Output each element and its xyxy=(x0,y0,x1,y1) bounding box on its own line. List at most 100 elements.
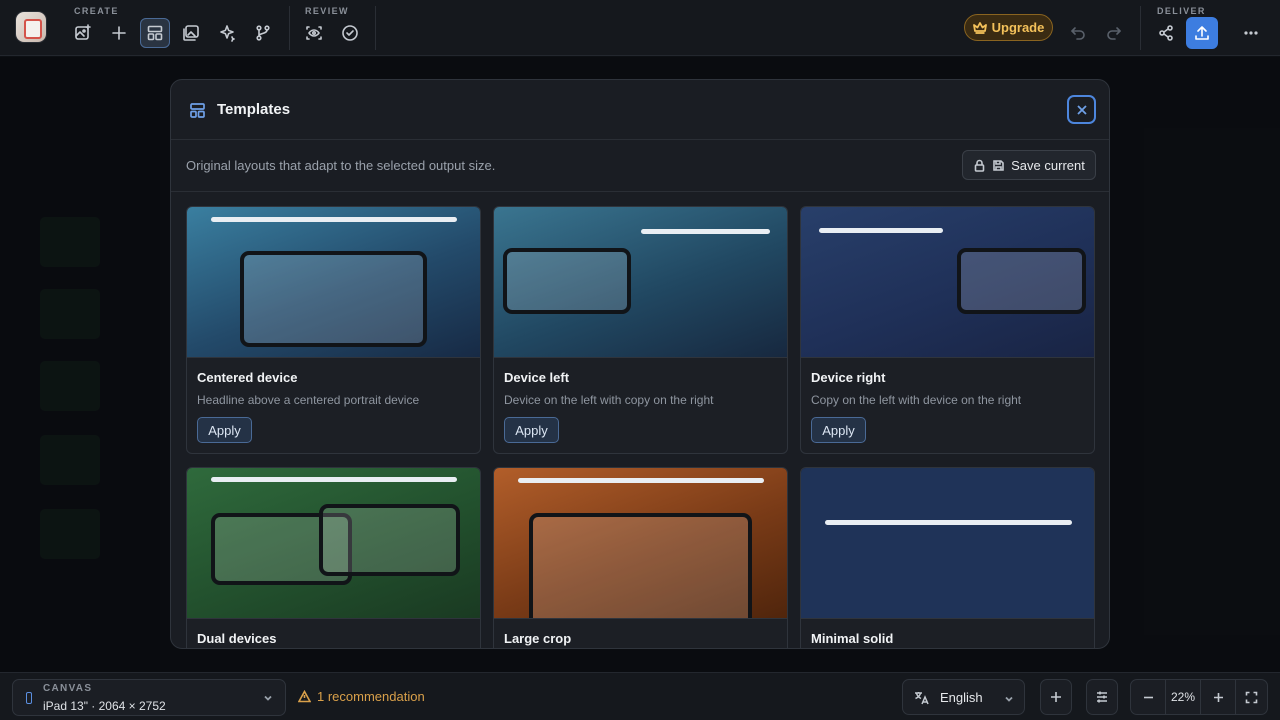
crown-icon xyxy=(972,21,987,34)
save-current-label: Save current xyxy=(1011,157,1085,173)
deliver-group-label: DELIVER xyxy=(1157,6,1206,16)
eye-scan-icon xyxy=(306,26,322,40)
bottom-bar: CANVAS iPad 13" · 2064 × 2752 1 recommen… xyxy=(0,672,1280,720)
sliders-icon xyxy=(1097,691,1107,703)
preview-headline xyxy=(518,478,764,483)
close-icon xyxy=(1076,104,1087,115)
canvas-value: iPad 13" · 2064 × 2752 xyxy=(43,699,166,713)
ai-generate-button[interactable] xyxy=(212,18,242,48)
warning-icon xyxy=(298,690,311,703)
apply-button[interactable]: Apply xyxy=(197,417,252,443)
template-name: Centered device xyxy=(197,370,298,385)
undo-icon xyxy=(1071,27,1085,40)
modal-subheader: Original layouts that adapt to the selec… xyxy=(171,140,1109,192)
preview-headline xyxy=(211,477,457,482)
create-group-label: CREATE xyxy=(74,6,119,16)
share-button[interactable] xyxy=(1151,18,1181,48)
template-preview xyxy=(801,207,1094,358)
template-card-device-left[interactable]: Device left Device on the left with copy… xyxy=(493,206,788,454)
upgrade-button[interactable]: Upgrade xyxy=(964,14,1053,41)
tablet-icon xyxy=(26,692,32,704)
apply-button[interactable]: Apply xyxy=(504,417,559,443)
save-current-button[interactable]: Save current xyxy=(962,150,1096,180)
plus-icon xyxy=(1051,692,1061,702)
recommendation-link[interactable]: 1 recommendation xyxy=(298,689,425,704)
template-card-dual-devices[interactable]: Dual devices xyxy=(186,467,481,648)
template-description: Copy on the left with device on the righ… xyxy=(811,393,1022,407)
toolbar-divider xyxy=(289,6,290,50)
redo-icon xyxy=(1107,27,1121,40)
app-logo[interactable] xyxy=(16,12,46,42)
share-icon xyxy=(1159,25,1173,41)
template-card-large-crop[interactable]: Large crop xyxy=(493,467,788,648)
zoom-out-button[interactable] xyxy=(1131,680,1165,714)
apply-button[interactable]: Apply xyxy=(811,417,866,443)
more-button[interactable] xyxy=(1236,18,1266,48)
template-description: Headline above a centered portrait devic… xyxy=(197,393,420,407)
variants-button[interactable] xyxy=(248,18,278,48)
preview-device xyxy=(957,248,1086,314)
preview-device xyxy=(503,248,631,314)
undo-button[interactable] xyxy=(1063,18,1093,48)
save-icon xyxy=(993,159,1004,171)
review-group-label: REVIEW xyxy=(305,6,349,16)
template-description: Device on the left with copy on the righ… xyxy=(504,393,714,407)
template-card-device-right[interactable]: Device right Copy on the left with devic… xyxy=(800,206,1095,454)
template-card-minimal-solid[interactable]: Minimal solid xyxy=(800,467,1095,648)
template-name: Minimal solid xyxy=(811,631,894,646)
zoom-control: 22% xyxy=(1130,679,1268,715)
preview-device xyxy=(529,513,752,618)
canvas-label: CANVAS xyxy=(43,683,93,694)
preview-headline xyxy=(819,228,943,233)
template-preview xyxy=(187,468,480,619)
language-value: English xyxy=(940,690,983,705)
preview-headline xyxy=(211,217,457,222)
image-add-icon xyxy=(75,24,91,40)
export-button[interactable] xyxy=(1186,17,1218,49)
modal-subtitle: Original layouts that adapt to the selec… xyxy=(186,158,496,173)
gallery-icon xyxy=(183,25,199,41)
lock-icon xyxy=(974,159,985,172)
check-circle-icon xyxy=(342,25,358,41)
preview-button[interactable] xyxy=(299,18,329,48)
preview-headline xyxy=(641,229,770,234)
language-select[interactable]: English xyxy=(902,679,1025,715)
template-card-centered-device[interactable]: Centered device Headline above a centere… xyxy=(186,206,481,454)
plus-icon xyxy=(1213,692,1223,702)
templates-icon xyxy=(147,25,163,41)
plus-icon xyxy=(112,26,126,40)
zoom-value[interactable]: 22% xyxy=(1165,680,1201,714)
add-canvas-button[interactable] xyxy=(1040,679,1072,715)
templates-modal: Templates Original layouts that adapt to… xyxy=(170,79,1110,649)
templates-icon xyxy=(189,102,206,119)
approve-button[interactable] xyxy=(335,18,365,48)
sparkle-icon xyxy=(220,25,235,42)
modal-header: Templates xyxy=(171,80,1109,140)
template-preview xyxy=(494,207,787,358)
templates-button[interactable] xyxy=(140,18,170,48)
add-image-button[interactable] xyxy=(68,18,98,48)
preview-device xyxy=(240,251,427,347)
export-icon xyxy=(1195,26,1209,40)
zoom-in-button[interactable] xyxy=(1201,680,1235,714)
preview-device xyxy=(319,504,460,576)
preview-headline xyxy=(825,520,1072,525)
fit-screen-button[interactable] xyxy=(1235,680,1267,714)
upgrade-label: Upgrade xyxy=(991,20,1045,35)
minus-icon xyxy=(1143,696,1153,698)
redo-button[interactable] xyxy=(1099,18,1129,48)
template-preview xyxy=(801,468,1094,619)
translate-icon xyxy=(913,690,929,706)
branch-icon xyxy=(256,25,270,41)
canvas-size-select[interactable]: CANVAS iPad 13" · 2064 × 2752 xyxy=(12,679,286,716)
close-button[interactable] xyxy=(1067,95,1096,124)
modal-title: Templates xyxy=(217,101,291,118)
template-name: Dual devices xyxy=(197,631,277,646)
add-button[interactable] xyxy=(104,18,134,48)
fullscreen-icon xyxy=(1245,691,1258,703)
chevron-down-icon xyxy=(262,691,274,703)
adjust-button[interactable] xyxy=(1086,679,1118,715)
chevron-down-icon xyxy=(1003,692,1015,704)
gallery-button[interactable] xyxy=(176,18,206,48)
template-preview xyxy=(494,468,787,619)
